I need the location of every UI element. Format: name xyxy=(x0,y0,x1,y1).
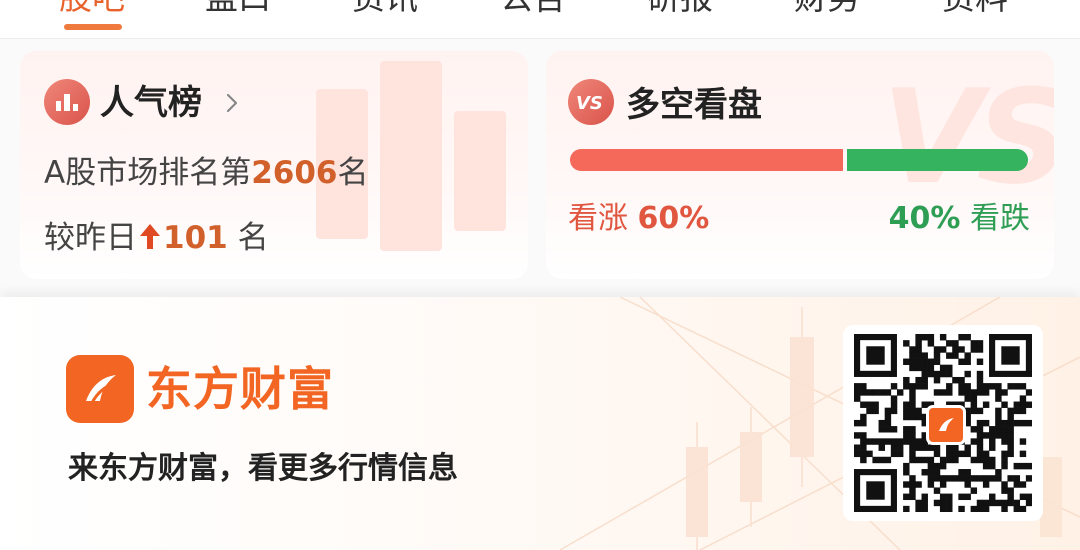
rank-change: 较昨日 101 名 xyxy=(44,218,269,258)
vs-icon: VS xyxy=(568,79,614,125)
cards-section: 人气榜 A股市场排名第2606名 较昨日 101 名 VS VS 多空看盘 看涨 … xyxy=(0,39,1080,297)
promo-banner[interactable]: 东方财富 来东方财富，看更多行情信息 xyxy=(0,297,1080,550)
stock-detail-page: 股吧 盘口 资讯 公告 研报 财务 资料 人气榜 xyxy=(0,0,1080,550)
promo-tagline: 来东方财富，看更多行情信息 xyxy=(68,451,458,486)
change-prefix: 较昨日 xyxy=(44,220,137,256)
change-suffix: 名 xyxy=(227,220,269,256)
vs-watermark: VS xyxy=(881,61,1054,213)
bull-label: 看涨 xyxy=(568,201,628,236)
rank-suffix: 名 xyxy=(337,155,369,191)
bear-stat: 40% 看跌 xyxy=(889,201,1030,237)
change-value: 101 xyxy=(163,220,228,256)
chevron-right-icon xyxy=(226,93,238,113)
qr-brand-logo-icon xyxy=(926,405,966,445)
bear-label: 看跌 xyxy=(970,201,1030,236)
tab-financials[interactable]: 财务 xyxy=(794,0,860,18)
tab-pankou[interactable]: 盘口 xyxy=(205,0,271,18)
sentiment-card[interactable]: VS VS 多空看盘 看涨 60% 40% 看跌 xyxy=(546,51,1054,279)
bull-ratio-fill xyxy=(570,149,843,171)
bar-chart-icon xyxy=(44,79,90,125)
bull-percent: 60% xyxy=(637,201,710,236)
svg-text:VS: VS xyxy=(576,93,603,114)
tab-research[interactable]: 研报 xyxy=(647,0,713,18)
up-arrow-icon xyxy=(140,224,160,249)
popularity-card[interactable]: 人气榜 A股市场排名第2606名 较昨日 101 名 xyxy=(20,51,528,279)
popularity-title: 人气榜 xyxy=(100,83,202,123)
bear-percent: 40% xyxy=(888,201,961,236)
active-tab-indicator xyxy=(64,24,122,30)
tab-guba[interactable]: 股吧 xyxy=(59,0,125,18)
tab-bar: 股吧 盘口 资讯 公告 研报 财务 资料 xyxy=(0,0,1080,39)
tab-profile[interactable]: 资料 xyxy=(942,0,1008,18)
tab-news[interactable]: 资讯 xyxy=(352,0,418,18)
eastmoney-logo-icon xyxy=(66,355,134,423)
brand-name: 东方财富 xyxy=(146,362,334,416)
bull-stat: 看涨 60% xyxy=(568,201,709,237)
qr-code-box[interactable] xyxy=(843,325,1043,521)
rank-prefix: A股市场排名第 xyxy=(44,155,252,191)
sentiment-title: 多空看盘 xyxy=(626,85,762,125)
market-rank: A股市场排名第2606名 xyxy=(44,153,369,193)
tab-announcements[interactable]: 公告 xyxy=(500,0,566,18)
sentiment-ratio-bar xyxy=(570,149,1028,171)
bear-ratio-fill xyxy=(847,149,1028,171)
rank-value: 2606 xyxy=(251,155,338,191)
